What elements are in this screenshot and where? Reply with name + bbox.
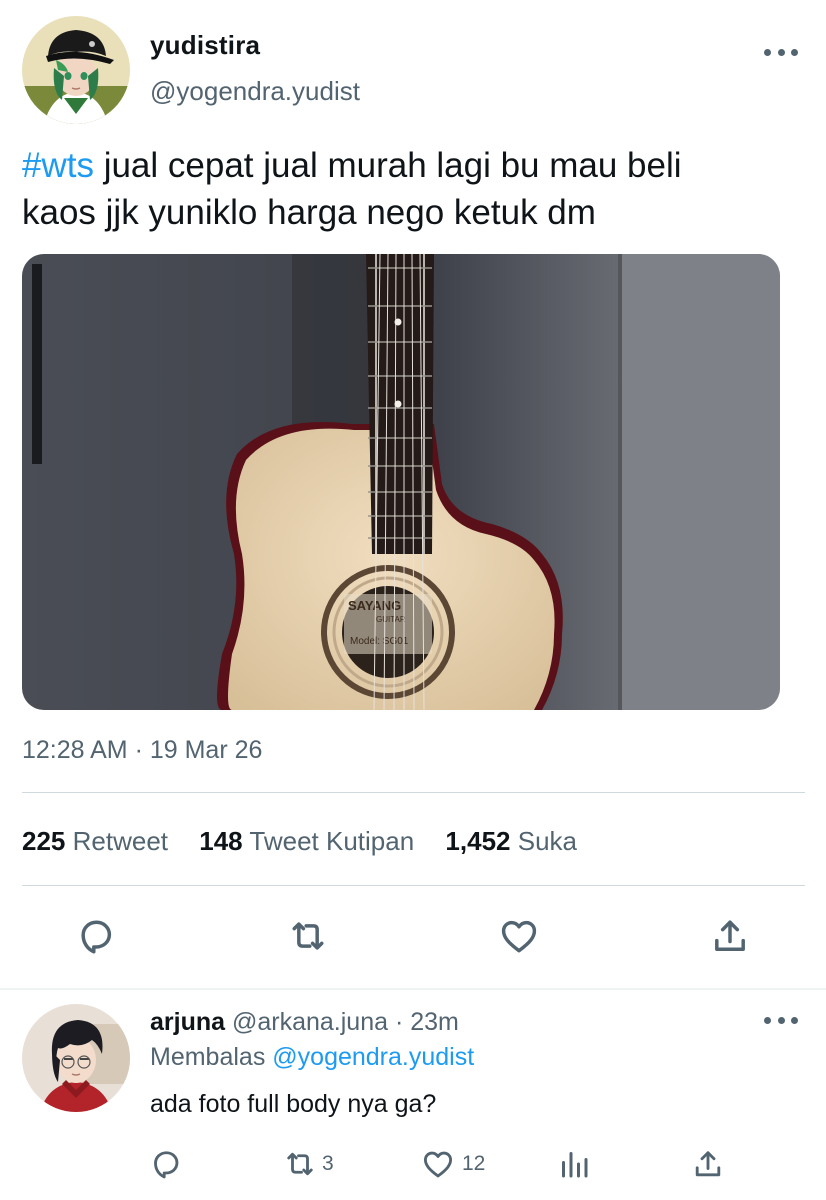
replying-to: Membalas @yogendra.yudist [150,1043,474,1072]
author-name[interactable]: yudistira [150,30,260,61]
guitar-brand-label: SAYANG [348,598,401,613]
retweet-label: Retweet [72,826,169,856]
replying-label: Membalas [150,1043,266,1071]
more-options-icon[interactable] [764,1014,798,1026]
reply-author-handle[interactable]: @arkana.juna [232,1008,388,1036]
author-handle[interactable]: @yogendra.yudist [150,76,360,107]
like-stat[interactable]: 1,452 Suka [445,826,577,856]
quote-stat[interactable]: 148 Tweet Kutipan [199,826,414,856]
quote-label: Tweet Kutipan [249,826,415,856]
guitar-sub-label: GUITAR [376,615,406,624]
tweet-photo[interactable]: SAYANG GUITAR Model: SG01 [22,254,780,710]
retweet-count: 225 [22,826,66,856]
divider [22,792,805,793]
reply-author-avatar[interactable] [22,1004,130,1112]
like-label: Suka [517,826,577,856]
more-options-icon[interactable] [764,46,798,58]
tweet-text-line2: kaos jjk yuniklo harga nego ketuk dm [22,193,596,232]
reply-retweet-count: 3 [322,1152,334,1175]
reply-icon[interactable] [74,914,118,958]
guitar-photo: SAYANG GUITAR Model: SG01 [22,254,780,710]
reply-header: arjuna @arkana.juna · 23m [150,1008,459,1037]
reply-text: ada foto full body nya ga? [150,1090,437,1118]
tweet-text: #wts jual cepat jual murah lagi bu mau b… [22,142,802,236]
reply-separator: · [388,1008,411,1036]
reply-icon[interactable] [148,1146,184,1182]
like-count: 1,452 [445,826,511,856]
tweet-timestamp[interactable]: 12:28 AM · 19 Mar 26 [22,736,262,765]
guitar-model-label: Model: SG01 [350,636,409,647]
divider [22,885,805,886]
like-icon[interactable] [420,1146,456,1182]
reply-time[interactable]: 23m [410,1008,459,1036]
tweet-stats: 225 Retweet 148 Tweet Kutipan 1,452 Suka [22,826,577,857]
avatar-illustration [22,1004,130,1112]
replying-to-handle[interactable]: @yogendra.yudist [272,1043,474,1071]
reply-like-count: 12 [462,1152,486,1175]
author-avatar[interactable] [22,16,130,124]
retweet-stat[interactable]: 225 Retweet [22,826,168,856]
analytics-icon[interactable] [556,1146,592,1182]
quote-count: 148 [199,826,243,856]
share-icon[interactable] [708,914,752,958]
tweet-text-line1: jual cepat jual murah lagi bu mau beli [93,146,682,185]
section-divider [0,988,826,990]
retweet-icon[interactable] [282,1146,318,1182]
retweet-icon[interactable] [286,914,330,958]
like-icon[interactable] [497,914,541,958]
avatar-illustration [22,16,130,124]
reply-author-name[interactable]: arjuna [150,1008,225,1036]
hashtag-link[interactable]: #wts [22,146,94,185]
share-icon[interactable] [690,1146,726,1182]
